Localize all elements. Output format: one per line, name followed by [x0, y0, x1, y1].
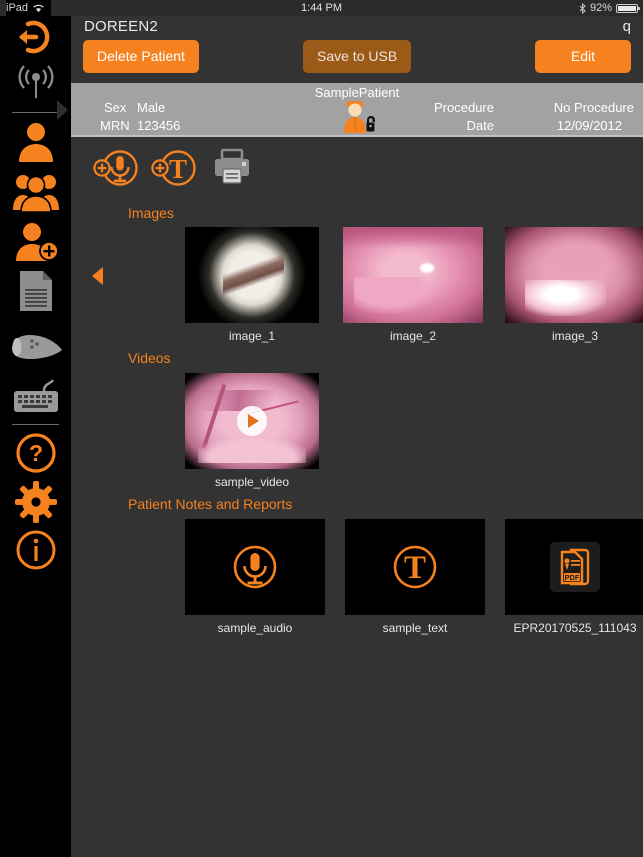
thumbnail-caption: image_3	[551, 329, 599, 343]
thumbnail-frame: T	[345, 519, 485, 615]
thumbnail-sample-video[interactable]: sample_video	[185, 373, 319, 489]
sidebar-divider-bottom	[12, 424, 59, 425]
camera-head-icon	[11, 335, 62, 359]
edit-button[interactable]: Edit	[535, 40, 631, 73]
corner-indicator: q	[622, 18, 631, 35]
play-button[interactable]	[237, 406, 267, 436]
svg-text:?: ?	[28, 440, 42, 466]
sidebar-item-wireless[interactable]	[0, 62, 71, 104]
thumbnail-caption: sample_video	[214, 475, 290, 489]
sidebar-item-settings[interactable]	[0, 479, 71, 525]
sex-label: Sex	[104, 100, 127, 115]
help-icon: ?	[15, 433, 56, 473]
print-button[interactable]	[211, 147, 253, 189]
add-audio-note-button[interactable]	[93, 147, 139, 189]
patients-group-icon	[12, 175, 59, 212]
thumbnail-pdf-report[interactable]: PDF EPR20170525_111043	[505, 519, 643, 635]
svg-text:PDF: PDF	[565, 573, 580, 582]
endoscopic-preview	[343, 227, 483, 323]
thumbnail-frame	[505, 227, 643, 323]
clock: 1:44 PM	[301, 2, 342, 14]
keyboard-icon	[13, 379, 58, 412]
mrn-value: 123456	[137, 118, 181, 133]
microphone-icon	[233, 545, 277, 589]
add-text-note-button[interactable]: T	[151, 147, 197, 189]
printer-icon	[215, 148, 249, 184]
mrn-label: MRN	[100, 118, 130, 133]
content-area: T Images image_1 image_2 image_3 Videos …	[71, 137, 643, 857]
endoscopic-preview	[505, 227, 643, 323]
thumbnail-frame	[185, 373, 319, 469]
svg-text:T: T	[169, 154, 187, 184]
pdf-icon: PDF	[550, 542, 600, 592]
endoscopic-preview	[185, 227, 319, 323]
previous-arrow[interactable]	[92, 267, 103, 285]
sidebar-item-patients-group[interactable]	[0, 168, 71, 214]
section-heading-images: Images	[128, 205, 174, 221]
procedure-value: No Procedure	[553, 100, 634, 115]
battery-percent: 92%	[589, 2, 612, 14]
delete-patient-button[interactable]: Delete Patient	[83, 40, 199, 73]
patient-unlocked-icon	[344, 101, 375, 133]
section-heading-videos: Videos	[128, 350, 171, 366]
app-root: iPad 1:44 PM 92% ? DOREEN2 q Delete Pati…	[0, 0, 643, 857]
sidebar-item-add-patient[interactable]	[0, 218, 71, 264]
text-icon: T	[393, 545, 437, 589]
ios-status-bar: iPad 1:44 PM 92%	[0, 0, 643, 16]
status-right: 92%	[579, 0, 640, 16]
patient-icon	[18, 123, 53, 162]
battery-icon	[616, 3, 640, 13]
sidebar-item-documents[interactable]	[0, 268, 71, 314]
back-icon	[18, 20, 49, 54]
sidebar-item-info[interactable]	[0, 527, 71, 573]
thumbnail-image-2[interactable]: image_2	[343, 227, 483, 343]
images-row: image_1 image_2 image_3	[71, 227, 643, 347]
sidebar-item-patient[interactable]	[0, 118, 71, 164]
media-action-row: T	[71, 137, 643, 192]
procedure-label: Procedure	[434, 100, 494, 115]
document-icon	[19, 271, 52, 311]
notes-row: sample_audio T sample_text PDF EPR201705…	[71, 519, 643, 639]
sidebar-item-camera-head[interactable]	[0, 325, 71, 369]
sidebar-item-help[interactable]: ?	[0, 430, 71, 476]
thumbnail-caption: sample_text	[382, 621, 448, 635]
save-to-usb-button[interactable]: Save to USB	[303, 40, 412, 73]
thumbnail-caption: image_1	[228, 329, 276, 343]
wireless-icon	[17, 65, 54, 98]
sidebar-selection-indicator	[57, 100, 68, 120]
svg-text:T: T	[404, 550, 426, 586]
page-title: DOREEN2	[84, 18, 158, 35]
thumbnail-frame	[185, 519, 325, 615]
sex-value: Male	[137, 100, 166, 115]
thumbnail-caption: image_2	[389, 329, 437, 343]
patient-name: SamplePatient	[314, 85, 400, 100]
microphone-plus-icon	[93, 150, 138, 186]
sidebar-item-back[interactable]	[0, 14, 71, 60]
thumbnail-caption: EPR20170525_111043	[513, 621, 637, 635]
thumbnail-frame	[343, 227, 483, 323]
thumbnail-caption: sample_audio	[217, 621, 293, 635]
top-toolbar: DOREEN2 q Delete Patient Save to USB Edi…	[71, 16, 643, 82]
text-plus-icon: T	[151, 150, 196, 186]
thumbnail-frame: PDF	[505, 519, 643, 615]
sidebar-divider-top	[12, 112, 59, 113]
left-sidebar: ?	[0, 0, 71, 857]
bluetooth-icon	[579, 2, 586, 14]
patient-info-bar: SamplePatient Sex Male MRN 123456 Proced…	[71, 83, 643, 137]
info-icon	[16, 530, 55, 570]
videos-row: sample_video	[71, 373, 643, 493]
thumbnail-image-1[interactable]: image_1	[185, 227, 319, 343]
unlock-glyph	[366, 116, 375, 132]
date-value: 12/09/2012	[556, 118, 622, 133]
thumbnail-frame	[185, 227, 319, 323]
thumbnail-image-3[interactable]: image_3	[505, 227, 643, 343]
date-label: Date	[466, 118, 494, 133]
add-patient-icon	[15, 223, 59, 261]
thumbnail-sample-text[interactable]: T sample_text	[345, 519, 485, 635]
settings-gear-icon	[14, 481, 57, 523]
sidebar-item-keyboard[interactable]	[0, 375, 71, 419]
section-heading-notes: Patient Notes and Reports	[128, 496, 293, 512]
thumbnail-sample-audio[interactable]: sample_audio	[185, 519, 325, 635]
